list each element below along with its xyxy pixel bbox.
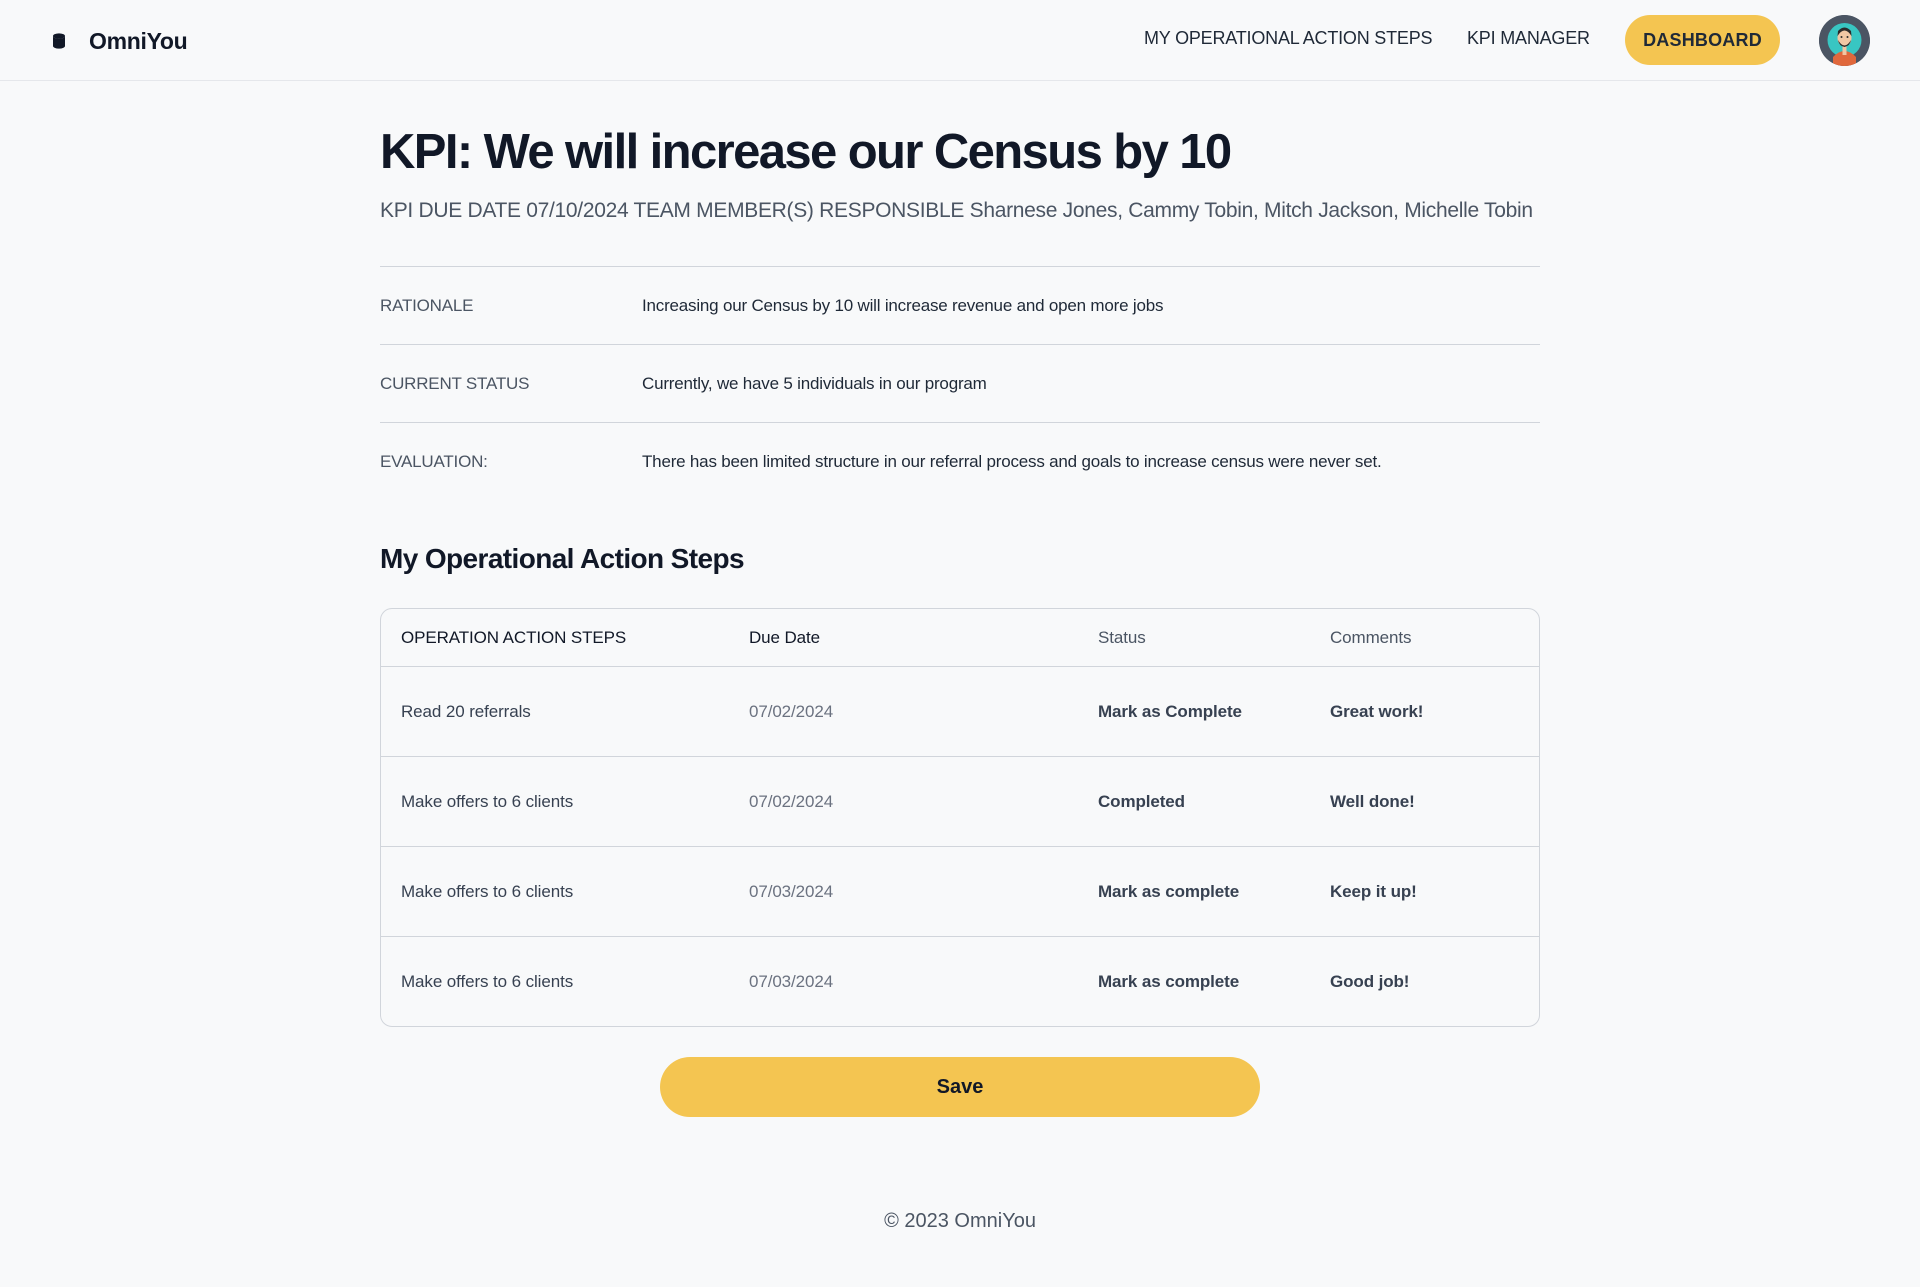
- detail-label: RATIONALE: [380, 296, 474, 315]
- detail-value: Increasing our Census by 10 will increas…: [642, 296, 1164, 315]
- footer-copyright: © 2023 OmniYou: [884, 1210, 1036, 1232]
- detail-row-rationale: RATIONALE Increasing our Census by 10 wi…: [380, 267, 1540, 345]
- save-button[interactable]: Save: [660, 1057, 1260, 1117]
- table-row: Make offers to 6 clients 07/03/2024 Mark…: [381, 937, 1539, 1026]
- table-row: Make offers to 6 clients 07/02/2024 Comp…: [381, 757, 1539, 847]
- detail-label: EVALUATION:: [380, 452, 488, 471]
- brand-name: OmniYou: [89, 27, 188, 54]
- table-row: Read 20 referrals 07/02/2024 Mark as Com…: [381, 667, 1539, 757]
- step-due-date: 07/02/2024: [749, 702, 834, 721]
- dashboard-button[interactable]: DASHBOARD: [1625, 15, 1780, 65]
- column-header-status: Status: [1098, 628, 1146, 647]
- mark-complete-button[interactable]: Mark as complete: [1098, 882, 1239, 902]
- step-name: Make offers to 6 clients: [401, 972, 574, 991]
- step-comment: Well done!: [1330, 792, 1415, 811]
- table-row: Make offers to 6 clients 07/03/2024 Mark…: [381, 847, 1539, 937]
- step-name: Make offers to 6 clients: [401, 882, 574, 901]
- step-due-date: 07/03/2024: [749, 972, 834, 991]
- step-name: Read 20 referrals: [401, 702, 531, 721]
- column-header-due-date: Due Date: [749, 628, 821, 647]
- column-header-step: OPERATION ACTION STEPS: [401, 628, 627, 647]
- nav-link-operational-action-steps[interactable]: MY OPERATIONAL ACTION STEPS: [1144, 28, 1433, 49]
- top-navbar: OmniYou MY OPERATIONAL ACTION STEPS KPI …: [0, 0, 1920, 81]
- step-due-date: 07/03/2024: [749, 882, 834, 901]
- step-comment: Good job!: [1330, 972, 1410, 991]
- step-status-completed[interactable]: Completed: [1098, 792, 1185, 812]
- database-icon: [49, 31, 69, 51]
- detail-value: Currently, we have 5 individuals in our …: [642, 374, 987, 393]
- step-comment: Great work!: [1330, 702, 1424, 721]
- action-steps-table: OPERATION ACTION STEPS Due Date Status C…: [380, 608, 1540, 1027]
- detail-label: CURRENT STATUS: [380, 374, 530, 393]
- mark-complete-button[interactable]: Mark as complete: [1098, 972, 1239, 992]
- nav-link-kpi-manager[interactable]: KPI MANAGER: [1467, 28, 1590, 49]
- section-title-action-steps: My Operational Action Steps: [380, 543, 745, 574]
- user-avatar-icon[interactable]: [1819, 15, 1870, 66]
- detail-row-evaluation: EVALUATION: There has been limited struc…: [380, 423, 1540, 501]
- column-header-comments: Comments: [1330, 628, 1412, 647]
- step-due-date: 07/02/2024: [749, 792, 834, 811]
- mark-complete-button[interactable]: Mark as Complete: [1098, 702, 1242, 722]
- brand-logo[interactable]: OmniYou: [49, 25, 188, 57]
- page-title: KPI: We will increase our Census by 10: [380, 125, 1232, 179]
- kpi-meta-line: KPI DUE DATE 07/10/2024 TEAM MEMBER(S) R…: [380, 199, 1533, 222]
- step-comment: Keep it up!: [1330, 882, 1417, 901]
- table-header-row: OPERATION ACTION STEPS Due Date Status C…: [381, 609, 1539, 667]
- step-name: Make offers to 6 clients: [401, 792, 574, 811]
- kpi-details: RATIONALE Increasing our Census by 10 wi…: [380, 266, 1540, 501]
- detail-value: There has been limited structure in our …: [642, 452, 1382, 471]
- detail-row-current-status: CURRENT STATUS Currently, we have 5 indi…: [380, 345, 1540, 423]
